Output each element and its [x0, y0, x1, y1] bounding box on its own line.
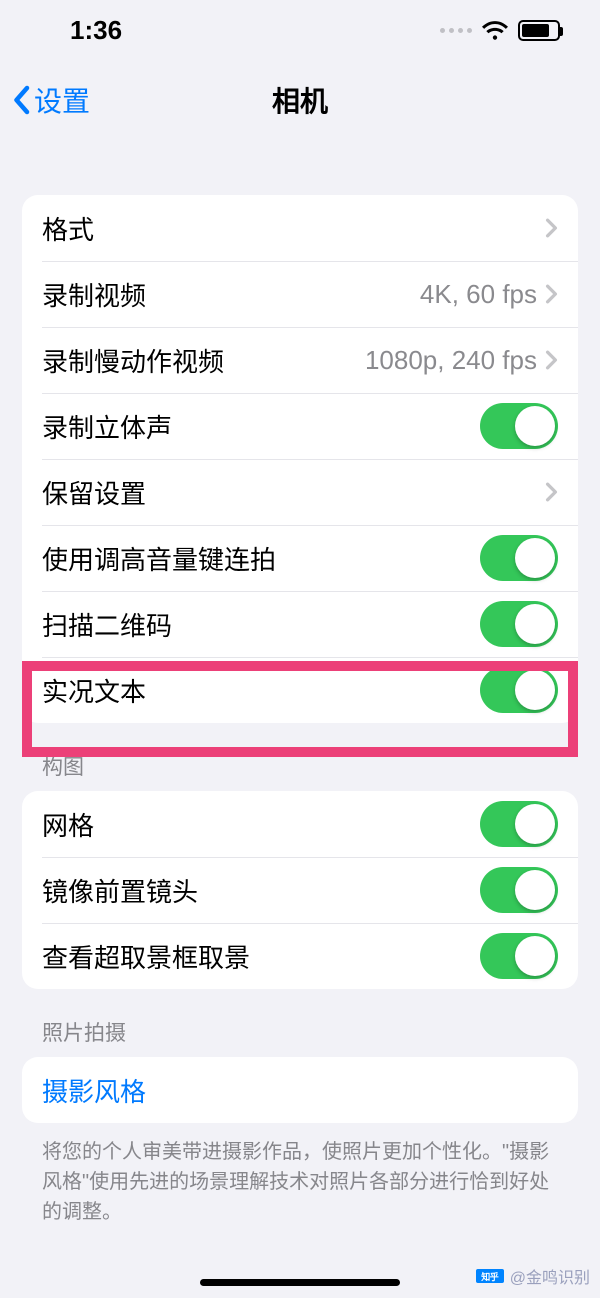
chevron-right-icon	[545, 283, 558, 305]
row-record-slomo[interactable]: 录制慢动作视频 1080p, 240 fps	[22, 327, 578, 393]
row-label: 使用调高音量键连拍	[42, 540, 480, 577]
status-time: 1:36	[70, 15, 122, 46]
row-label: 摄影风格	[42, 1072, 558, 1109]
nav-header: 设置 相机	[0, 60, 600, 140]
watermark-text: @金鸣识别	[510, 1264, 590, 1288]
row-label: 录制视频	[42, 276, 420, 313]
row-label: 录制慢动作视频	[42, 342, 365, 379]
settings-group-capture: 摄影风格	[22, 1057, 578, 1123]
battery-icon	[518, 20, 560, 41]
chevron-right-icon	[545, 481, 558, 503]
chevron-right-icon	[545, 217, 558, 239]
row-view-outside-frame: 查看超取景框取景	[22, 923, 578, 989]
back-label: 设置	[34, 80, 90, 120]
section-header-composition: 构图	[0, 723, 600, 791]
settings-group-main: 格式 录制视频 4K, 60 fps 录制慢动作视频 1080p, 240 fp…	[22, 195, 578, 723]
toggle-mirror-front[interactable]	[480, 867, 558, 913]
row-label: 扫描二维码	[42, 606, 480, 643]
row-format[interactable]: 格式	[22, 195, 578, 261]
toggle-view-outside-frame[interactable]	[480, 933, 558, 979]
row-detail: 1080p, 240 fps	[365, 345, 537, 376]
row-label: 格式	[42, 210, 545, 247]
row-mirror-front: 镜像前置镜头	[22, 857, 578, 923]
row-label: 网格	[42, 806, 480, 843]
toggle-volume-burst[interactable]	[480, 535, 558, 581]
row-label: 录制立体声	[42, 408, 480, 445]
settings-group-composition: 网格 镜像前置镜头 查看超取景框取景	[22, 791, 578, 989]
row-label: 实况文本	[42, 672, 480, 709]
back-button[interactable]: 设置	[12, 80, 90, 120]
home-indicator[interactable]	[200, 1279, 400, 1286]
section-footer-capture: 将您的个人审美带进摄影作品，使照片更加个性化。"摄影风格"使用先进的场景理解技术…	[0, 1123, 600, 1227]
zhihu-logo-icon: 知乎	[476, 1269, 504, 1283]
row-stereo: 录制立体声	[22, 393, 578, 459]
row-volume-burst: 使用调高音量键连拍	[22, 525, 578, 591]
row-grid: 网格	[22, 791, 578, 857]
status-bar: 1:36	[0, 0, 600, 60]
chevron-left-icon	[12, 85, 30, 115]
wifi-icon	[482, 20, 508, 40]
row-detail: 4K, 60 fps	[420, 279, 537, 310]
toggle-live-text[interactable]	[480, 667, 558, 713]
row-label: 保留设置	[42, 474, 545, 511]
cellular-dots-icon	[440, 28, 472, 33]
row-record-video[interactable]: 录制视频 4K, 60 fps	[22, 261, 578, 327]
section-header-capture: 照片拍摄	[0, 989, 600, 1057]
row-live-text: 实况文本	[22, 657, 578, 723]
row-preserve-settings[interactable]: 保留设置	[22, 459, 578, 525]
row-label: 镜像前置镜头	[42, 872, 480, 909]
row-photo-styles[interactable]: 摄影风格	[22, 1057, 578, 1123]
toggle-stereo[interactable]	[480, 403, 558, 449]
chevron-right-icon	[545, 349, 558, 371]
row-scan-qr: 扫描二维码	[22, 591, 578, 657]
watermark: 知乎 @金鸣识别	[476, 1264, 590, 1288]
status-right	[440, 20, 560, 41]
toggle-scan-qr[interactable]	[480, 601, 558, 647]
toggle-grid[interactable]	[480, 801, 558, 847]
row-label: 查看超取景框取景	[42, 938, 480, 975]
